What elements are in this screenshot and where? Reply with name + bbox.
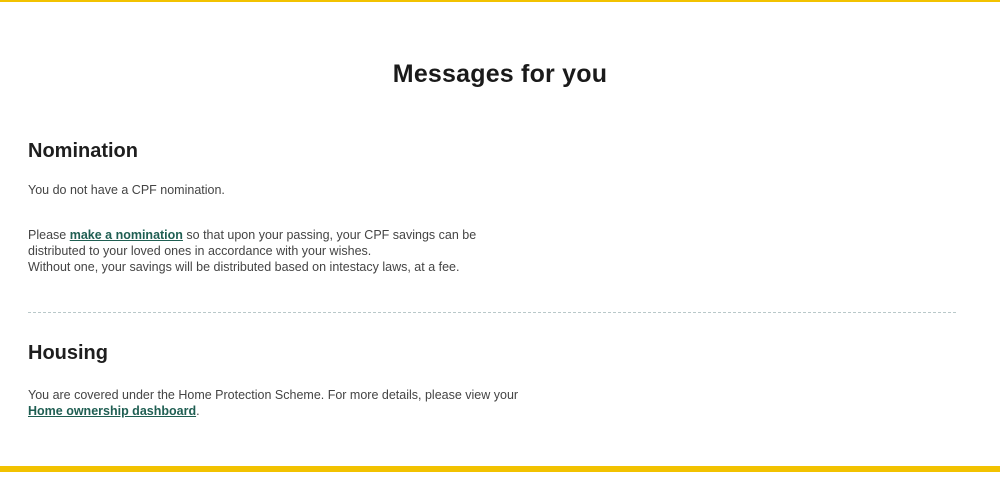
- make-nomination-link[interactable]: make a nomination: [70, 228, 183, 242]
- messages-panel: Messages for you Nomination You do not h…: [0, 0, 1000, 502]
- top-accent-border: [0, 0, 1000, 2]
- nomination-para-line1-suffix: so that upon your passing, your CPF savi…: [182, 228, 477, 242]
- housing-para-suffix: .: [196, 404, 200, 418]
- home-ownership-dashboard-link[interactable]: Home ownership dashboard: [28, 404, 196, 418]
- section-divider: [28, 312, 956, 313]
- bottom-accent-border: [0, 466, 1000, 472]
- nomination-para-line2: distributed to your loved ones in accord…: [28, 244, 372, 258]
- housing-message: You are covered under the Home Protectio…: [28, 387, 708, 419]
- nomination-message: Please make a nomination so that upon yo…: [28, 227, 648, 275]
- page-title: Messages for you: [392, 60, 608, 88]
- housing-para-line1: You are covered under the Home Protectio…: [28, 388, 519, 402]
- nomination-status-text: You do not have a CPF nomination.: [28, 183, 225, 197]
- housing-heading: Housing: [28, 342, 108, 364]
- nomination-para-prefix: Please: [28, 228, 70, 242]
- nomination-heading: Nomination: [28, 140, 138, 162]
- nomination-para-line3: Without one, your savings will be distri…: [28, 260, 460, 274]
